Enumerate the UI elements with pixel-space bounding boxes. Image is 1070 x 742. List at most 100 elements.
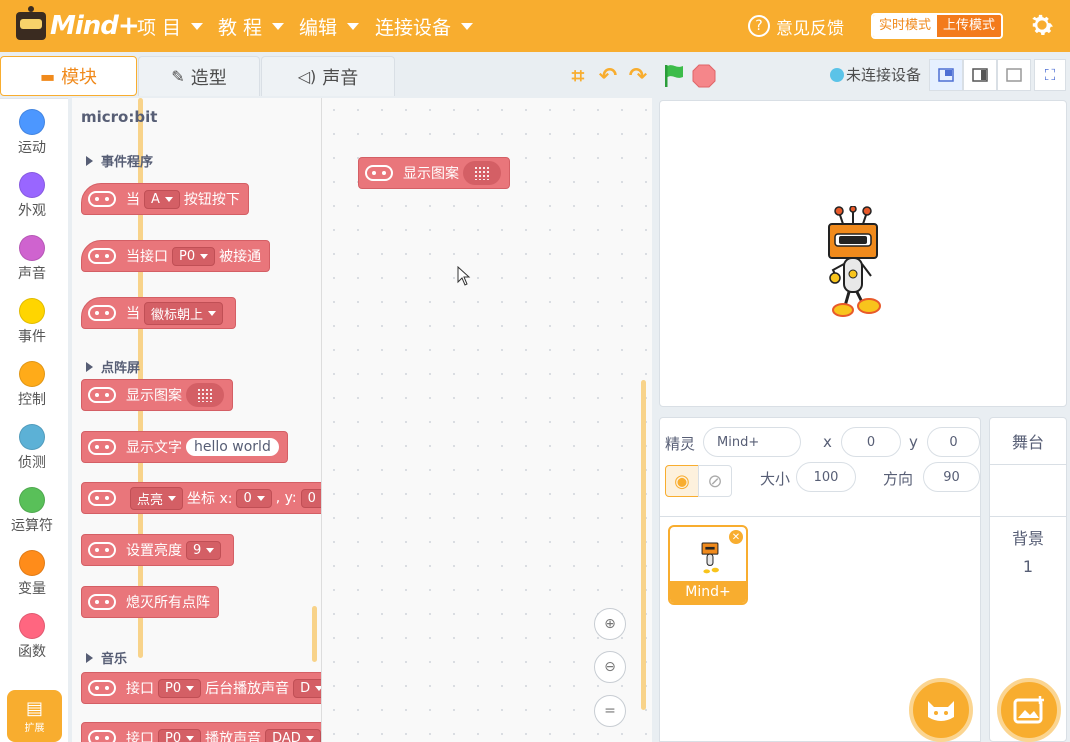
section-music[interactable]: 音乐 <box>86 648 127 667</box>
section-events[interactable]: 事件程序 <box>86 151 153 170</box>
block-play-background-sound[interactable]: 接口 P0 后台播放声音 D <box>81 672 321 704</box>
block-dropdown[interactable]: 9 <box>186 540 222 560</box>
section-matrix[interactable]: 点阵屏 <box>86 357 140 376</box>
category-item[interactable]: 运动 <box>0 99 64 162</box>
code-workspace[interactable]: 显示图案 <box>322 98 652 742</box>
size-label: 大小 <box>760 470 791 488</box>
block-dropdown[interactable]: P0 <box>158 728 202 742</box>
fullscreen-icon[interactable]: ⛶ <box>1034 59 1066 91</box>
category-label: 声音 <box>18 266 46 282</box>
add-sprite-button[interactable] <box>909 678 973 742</box>
tab-sounds[interactable]: ◁) 声音 <box>261 56 395 96</box>
category-item[interactable]: 运算符 <box>0 477 64 540</box>
category-item[interactable]: 外观 <box>0 162 64 225</box>
y-input[interactable]: 0 <box>927 427 980 457</box>
menu-edit-label: 编辑 <box>299 16 338 39</box>
menu-tutorial[interactable]: 教 程 <box>218 0 285 52</box>
block-text: 播放声音 <box>205 731 262 742</box>
mindplus-logo[interactable]: Mind+ <box>16 6 140 44</box>
x-label: x <box>823 433 832 451</box>
feedback-button[interactable]: ? 意见反馈 <box>748 12 844 40</box>
mind-plus-robot-sprite[interactable] <box>823 206 883 321</box>
block-dropdown[interactable]: A <box>144 189 180 209</box>
triangle-right-icon <box>86 652 93 663</box>
menu-edit[interactable]: 编辑 <box>299 0 360 52</box>
category-item[interactable]: 变量 <box>0 540 64 603</box>
block-text-input[interactable]: hello world <box>186 438 279 456</box>
add-backdrop-button[interactable] <box>997 678 1061 742</box>
block-dropdown[interactable]: 0 <box>236 488 272 508</box>
block-dropdown[interactable]: P0 <box>158 678 202 698</box>
led-pattern-picker[interactable] <box>186 383 224 407</box>
layout-small-stage-button[interactable] <box>929 59 963 91</box>
extension-button[interactable]: ▤ 扩展 <box>7 690 62 742</box>
palette-scrollbar[interactable] <box>312 606 317 662</box>
block-dropdown[interactable]: 点亮 <box>130 486 184 510</box>
zoom-out-icon[interactable]: ⊖ <box>594 651 626 683</box>
mode-switch[interactable]: 实时模式 上传模式 <box>871 13 1004 39</box>
stop-icon[interactable] <box>689 62 719 90</box>
block-text: 显示文字 <box>126 440 182 456</box>
menu-project[interactable]: 项 目 <box>137 0 204 52</box>
category-item[interactable]: 函数 <box>0 603 64 666</box>
microbit-icon <box>88 730 116 742</box>
section-music-label: 音乐 <box>101 652 128 667</box>
redo-icon[interactable]: ↷ <box>623 62 653 90</box>
category-label: 函数 <box>18 644 46 660</box>
direction-input[interactable]: 90 <box>923 462 980 492</box>
category-item[interactable]: 侦测 <box>0 414 64 477</box>
tab-sounds-label: 声音 <box>322 67 359 89</box>
block-when-button-pressed[interactable]: 当 A 按钮按下 <box>81 183 249 215</box>
tab-costumes[interactable]: ✎ 造型 <box>138 56 260 96</box>
delete-sprite-icon[interactable]: ✕ <box>729 530 743 544</box>
block-show-pattern[interactable]: 显示图案 <box>81 379 233 411</box>
menu-connect-device[interactable]: 连接设备 <box>375 0 474 52</box>
block-set-brightness[interactable]: 设置亮度 9 <box>81 534 235 566</box>
mode-realtime[interactable]: 实时模式 <box>873 15 938 37</box>
workspace-show-pattern-block[interactable]: 显示图案 <box>358 157 510 189</box>
sprite-thumbnail[interactable]: ✕ Mind+ <box>668 525 748 605</box>
block-dropdown[interactable]: 徽标朝上 <box>144 301 224 325</box>
tab-blocks[interactable]: ▬ 模块 <box>0 56 137 96</box>
mode-upload[interactable]: 上传模式 <box>937 15 1002 37</box>
show-sprite-eye-icon[interactable]: ◉ <box>665 465 699 497</box>
block-clear-matrix[interactable]: 熄灭所有点阵 <box>81 586 219 618</box>
green-flag-icon[interactable] <box>659 62 689 90</box>
block-play-sound[interactable]: 接口 P0 播放声音 DAD <box>81 722 321 742</box>
block-dropdown[interactable]: 0 <box>300 488 321 508</box>
category-item[interactable]: 声音 <box>0 225 64 288</box>
chevron-down-icon <box>191 22 204 30</box>
sprite-name-input[interactable]: Mind+ <box>703 427 801 457</box>
size-input[interactable]: 100 <box>796 462 856 492</box>
microbit-icon <box>88 191 116 207</box>
block-when-pin-connected[interactable]: 当接口 P0 被接通 <box>81 240 271 272</box>
block-dropdown[interactable]: D <box>293 678 321 698</box>
section-events-label: 事件程序 <box>101 155 154 170</box>
zoom-reset-icon[interactable]: = <box>594 695 626 727</box>
stage-canvas[interactable] <box>659 100 1067 407</box>
stage-thumbnail[interactable] <box>990 465 1066 517</box>
heart-pattern-icon <box>474 166 490 180</box>
category-item[interactable]: 事件 <box>0 288 64 351</box>
block-plot-point[interactable]: 点亮 坐标 x: 0, y: 0 <box>81 482 321 514</box>
gear-icon[interactable] <box>1028 11 1056 39</box>
block-when-logo-up[interactable]: 当徽标朝上 <box>81 297 237 329</box>
crop-icon[interactable]: ⌗ <box>563 62 593 90</box>
hide-sprite-eye-icon[interactable]: ⊘ <box>698 465 732 497</box>
x-input[interactable]: 0 <box>841 427 901 457</box>
block-text: 当 <box>126 192 140 208</box>
block-dropdown[interactable]: P0 <box>172 246 216 266</box>
triangle-right-icon <box>86 361 93 372</box>
category-item[interactable]: 控制 <box>0 351 64 414</box>
workspace-scrollbar[interactable] <box>641 380 646 710</box>
layout-hide-stage-button[interactable] <box>997 59 1031 91</box>
category-color-icon <box>19 172 45 198</box>
layout-normal-stage-button[interactable] <box>963 59 997 91</box>
undo-icon[interactable]: ↶ <box>593 62 623 90</box>
led-pattern-picker[interactable] <box>463 161 501 185</box>
status-dot-icon <box>830 67 844 82</box>
block-show-text[interactable]: 显示文字 hello world <box>81 431 288 463</box>
menu-tutorial-label: 教 程 <box>218 16 263 39</box>
block-dropdown[interactable]: DAD <box>265 728 321 742</box>
zoom-in-icon[interactable]: ⊕ <box>594 608 626 640</box>
